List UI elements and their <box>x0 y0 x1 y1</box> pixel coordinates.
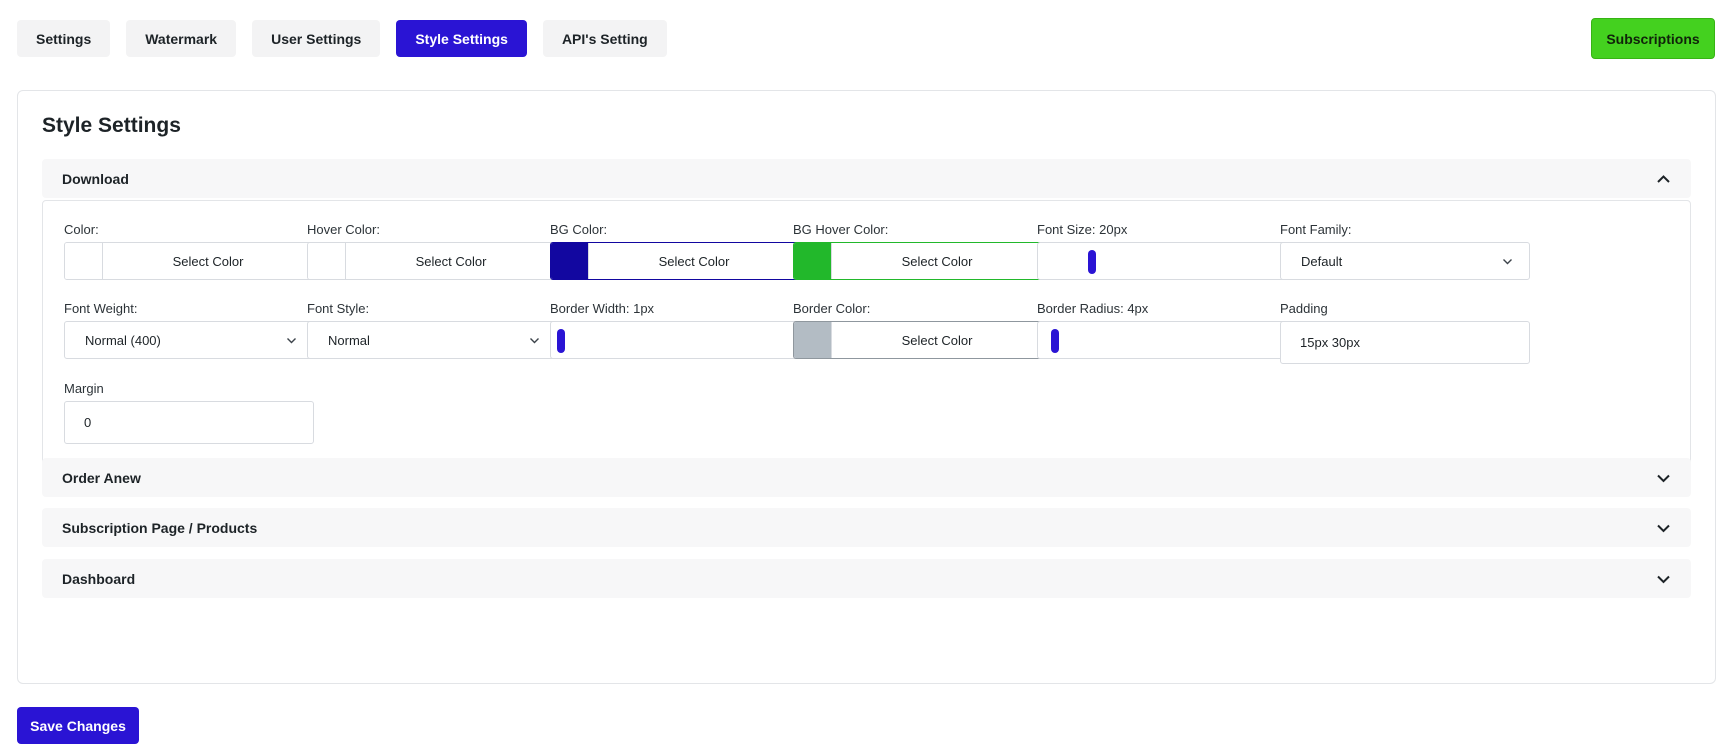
font-weight-field: Font Weight: Normal (400) <box>64 301 314 359</box>
tab-watermark[interactable]: Watermark <box>126 20 237 57</box>
chevron-down-icon <box>1657 575 1670 583</box>
accordion-dashboard-header[interactable]: Dashboard <box>42 559 1691 598</box>
bg-color-field: BG Color: Select Color <box>550 222 800 280</box>
select-color-label: Select Color <box>415 253 487 269</box>
tab-style-settings[interactable]: Style Settings <box>396 20 527 57</box>
accordion-title: Download <box>62 170 129 187</box>
field-label: Border Width: 1px <box>550 301 655 316</box>
field-label: Border Radius: 4px <box>1037 301 1149 316</box>
field-label: Font Style: <box>307 301 370 316</box>
border-radius-slider[interactable] <box>1037 321 1287 359</box>
field-label: Font Size: 20px <box>1037 222 1128 237</box>
color-swatch <box>794 322 832 358</box>
field-label: Hover Color: <box>307 222 380 237</box>
tab-settings[interactable]: Settings <box>17 20 111 57</box>
accordion-title: Subscription Page / Products <box>62 519 258 536</box>
field-label: Font Weight: <box>64 301 138 316</box>
bg-hover-color-field: BG Hover Color: Select Color <box>793 222 1043 280</box>
color-picker[interactable]: Select Color <box>64 242 314 280</box>
chevron-down-icon <box>530 337 539 343</box>
bg-color-picker[interactable]: Select Color <box>550 242 800 280</box>
accordion-download-body: Color: Select Color Hover Color: Select … <box>42 200 1691 491</box>
border-color-field: Border Color: Select Color <box>793 301 1043 359</box>
tab-api-setting[interactable]: API's Setting <box>542 20 667 57</box>
select-color-label: Select Color <box>172 253 244 269</box>
accordion-subscription-page-header[interactable]: Subscription Page / Products <box>42 508 1691 547</box>
tab-user-settings[interactable]: User Settings <box>252 20 381 57</box>
accordion-order-anew-header[interactable]: Order Anew <box>42 458 1691 497</box>
save-changes-button[interactable]: Save Changes <box>17 707 139 744</box>
select-value: Normal (400) <box>85 332 161 348</box>
color-swatch <box>308 243 346 279</box>
accordion-download-header[interactable]: Download <box>42 159 1691 198</box>
font-family-select[interactable]: Default <box>1280 242 1530 280</box>
select-color-label: Select Color <box>658 253 730 269</box>
field-label: BG Hover Color: <box>793 222 889 237</box>
slider-thumb[interactable] <box>1088 250 1097 274</box>
border-width-slider[interactable] <box>550 321 800 359</box>
slider-thumb[interactable] <box>1051 329 1060 353</box>
field-label: Margin <box>64 381 104 396</box>
field-label: Border Color: <box>793 301 871 316</box>
chevron-up-icon <box>1657 174 1670 183</box>
margin-field: Margin 0 <box>64 381 314 444</box>
font-size-field: Font Size: 20px <box>1037 222 1287 280</box>
border-width-field: Border Width: 1px <box>550 301 800 359</box>
chevron-down-icon <box>1657 474 1670 482</box>
font-family-field: Font Family: Default <box>1280 222 1530 280</box>
select-value: Normal <box>328 332 370 348</box>
chevron-down-icon <box>1503 258 1512 264</box>
bg-hover-color-picker[interactable]: Select Color <box>793 242 1043 280</box>
accordion-title: Dashboard <box>62 570 136 587</box>
slider-thumb[interactable] <box>557 329 566 353</box>
chevron-down-icon <box>287 337 296 343</box>
select-color-label: Select Color <box>901 253 973 269</box>
font-size-slider[interactable] <box>1037 242 1287 280</box>
field-label: Font Family: <box>1280 222 1352 237</box>
font-style-field: Font Style: Normal <box>307 301 557 359</box>
chevron-down-icon <box>1657 524 1670 532</box>
subscriptions-button[interactable]: Subscriptions <box>1591 18 1715 59</box>
color-swatch <box>65 243 103 279</box>
padding-input[interactable]: 15px 30px <box>1280 321 1530 364</box>
padding-field: Padding 15px 30px <box>1280 301 1530 364</box>
border-radius-field: Border Radius: 4px <box>1037 301 1287 359</box>
hover-color-field: Hover Color: Select Color <box>307 222 557 280</box>
hover-color-picker[interactable]: Select Color <box>307 242 557 280</box>
settings-tabs: Settings Watermark User Settings Style S… <box>17 20 667 57</box>
page-title: Style Settings <box>42 114 181 137</box>
font-style-select[interactable]: Normal <box>307 321 557 359</box>
field-label: BG Color: <box>550 222 608 237</box>
select-value: Default <box>1301 253 1343 269</box>
style-settings-panel: Style Settings Download Color: Select Co… <box>17 90 1716 684</box>
field-label: Color: <box>64 222 99 237</box>
color-swatch <box>551 243 589 279</box>
font-weight-select[interactable]: Normal (400) <box>64 321 314 359</box>
field-label: Padding <box>1280 301 1328 316</box>
color-field: Color: Select Color <box>64 222 314 280</box>
border-color-picker[interactable]: Select Color <box>793 321 1043 359</box>
accordion-title: Order Anew <box>62 469 141 486</box>
margin-input[interactable]: 0 <box>64 401 314 444</box>
select-color-label: Select Color <box>901 332 973 348</box>
color-swatch <box>794 243 832 279</box>
